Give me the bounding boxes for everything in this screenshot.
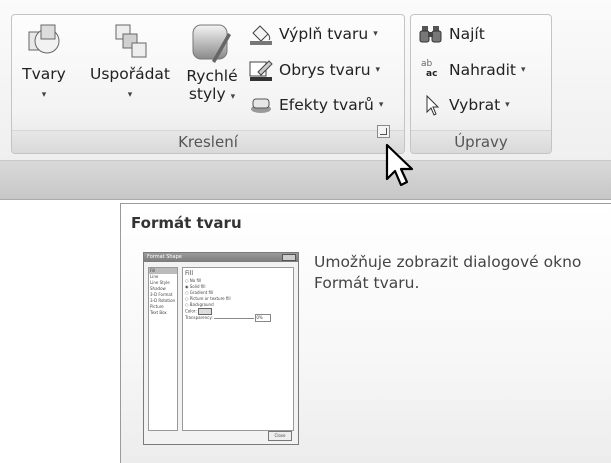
find-label: Najít — [449, 25, 485, 43]
thumbnail-nav-item: Text Box — [150, 310, 167, 315]
editing-group: Najít ab ac Nahradit ▾ Vybrat ▾ Úpravy — [410, 14, 552, 154]
quick-styles-label-1: Rychlé — [186, 67, 238, 85]
shape-effects-dropdown-icon: ▾ — [378, 100, 384, 110]
replace-button[interactable]: ab ac Nahradit ▾ — [419, 58, 526, 82]
shapes-dropdown-icon: ▾ — [41, 90, 47, 100]
thumbnail-option: Picture or texture fill — [189, 296, 231, 301]
shape-effects-button[interactable]: Efekty tvarů ▾ — [249, 93, 383, 117]
thumbnail-option: No fill — [189, 278, 202, 283]
replace-icon-bottom: ac — [426, 69, 438, 79]
pencil-outline-icon — [249, 60, 273, 81]
shapes-icon — [28, 24, 60, 54]
arrange-button[interactable]: Uspořádat ▾ — [84, 21, 176, 101]
format-shape-dialog-thumbnail: Format Shape Fill Line Line Style Shadow… — [143, 252, 299, 445]
quick-styles-button[interactable]: Rychlé styly ▾ — [182, 21, 242, 106]
replace-label: Nahradit — [449, 61, 517, 79]
thumbnail-option: Background — [189, 302, 214, 307]
arrange-icon — [115, 24, 147, 58]
format-shape-tooltip: Formát tvaru Format Shape Fill Line Line… — [120, 203, 611, 463]
binoculars-icon — [419, 26, 442, 43]
tooltip-title: Formát tvaru — [131, 214, 242, 232]
shape-effects-label: Efekty tvarů — [279, 96, 374, 114]
arrange-dropdown-icon: ▾ — [127, 90, 133, 100]
ribbon: Tvary ▾ Uspořádat ▾ Rychlé styly ▾ Výplň… — [0, 0, 611, 161]
shapes-button[interactable]: Tvary ▾ — [20, 21, 68, 101]
thumbnail-window-buttons-icon — [282, 254, 296, 261]
format-shape-dialog-launcher[interactable] — [377, 125, 390, 138]
mouse-cursor-icon — [385, 143, 414, 187]
thumbnail-slider-icon — [214, 317, 255, 319]
select-dropdown-icon: ▾ — [505, 100, 510, 110]
thumbnail-option: Solid fill — [189, 284, 206, 289]
shape-outline-button[interactable]: Obrys tvaru ▾ — [249, 58, 380, 82]
replace-icon-top: ab — [421, 59, 433, 69]
quick-styles-dropdown-icon: ▾ — [230, 92, 236, 102]
select-arrow-icon — [426, 94, 440, 116]
find-button[interactable]: Najít — [419, 22, 485, 46]
drawing-group-label: Kreslení — [12, 130, 404, 153]
replace-icon: ab ac — [419, 59, 443, 81]
dialog-launcher-icon — [380, 128, 387, 135]
shape-fill-label: Výplň tvaru — [279, 25, 369, 43]
shape-outline-dropdown-icon: ▾ — [375, 65, 381, 75]
shapes-label: Tvary — [22, 65, 66, 83]
tooltip-description: Umožňuje zobrazit dialogové okno Formát … — [314, 253, 582, 292]
shape-effects-icon — [251, 98, 271, 113]
thumbnail-nav-list: Fill Line Line Style Shadow 3-D Format 3… — [148, 267, 178, 431]
shape-fill-button[interactable]: Výplň tvaru ▾ — [249, 22, 378, 46]
paint-bucket-icon — [250, 25, 272, 45]
thumbnail-transparency-value: 0% — [255, 314, 272, 322]
quick-styles-icon — [192, 24, 231, 63]
shape-outline-label: Obrys tvaru — [279, 61, 371, 79]
quick-styles-label-2: styly — [188, 85, 226, 103]
thumbnail-section-title: Fill — [185, 270, 194, 277]
thumbnail-title: Format Shape — [147, 254, 182, 260]
select-button[interactable]: Vybrat ▾ — [419, 93, 510, 117]
thumbnail-color-label: Color: — [185, 308, 197, 314]
editing-group-label: Úpravy — [411, 130, 551, 153]
shape-fill-dropdown-icon: ▾ — [373, 29, 378, 39]
thumbnail-option: Gradient fill — [189, 290, 214, 295]
select-label: Vybrat — [449, 96, 501, 114]
arrange-label: Uspořádat — [89, 65, 171, 83]
thumbnail-transparency-label: Transparency: — [185, 315, 213, 320]
ribbon-bottom-bar — [0, 161, 611, 200]
replace-dropdown-icon: ▾ — [521, 65, 526, 75]
thumbnail-main-panel: Fill ○ No fill ◉ Solid fill ○ Gradient f… — [182, 267, 294, 431]
drawing-group: Tvary ▾ Uspořádat ▾ Rychlé styly ▾ Výplň… — [11, 14, 405, 154]
thumbnail-titlebar: Format Shape — [144, 253, 298, 262]
thumbnail-close-button: Close — [268, 431, 292, 441]
